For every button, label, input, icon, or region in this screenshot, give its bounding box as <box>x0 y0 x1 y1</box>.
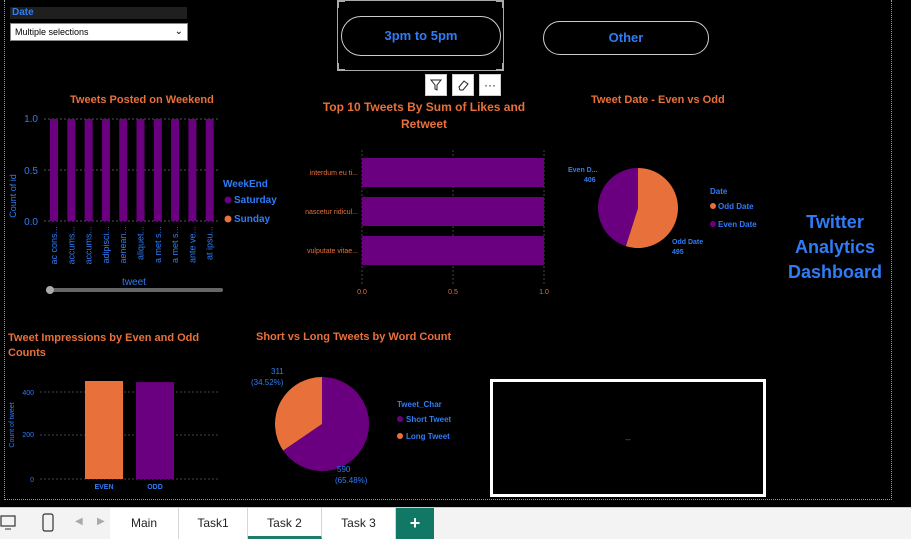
weekend-scrollbar[interactable] <box>46 288 223 292</box>
weekend-legend-title: WeekEnd <box>223 179 268 190</box>
tab-task1[interactable]: Task1 <box>179 508 248 539</box>
weekend-category-label: aenean... <box>118 226 128 264</box>
weekend-bar[interactable] <box>67 119 76 221</box>
weekend-category-label: ante ve... <box>187 226 197 263</box>
date-pie-odd-label: Odd Date <box>672 239 703 246</box>
tab-main[interactable]: Main <box>110 508 179 539</box>
weekend-y-tick: 1.0 <box>24 114 38 125</box>
top10-x-tick: 0.0 <box>357 289 367 296</box>
wordcount-long-pct: (34.52%) <box>251 378 284 387</box>
top10-bar[interactable] <box>362 197 544 226</box>
weekend-category-label: at ipsu... <box>205 226 215 260</box>
weekend-bar[interactable] <box>84 119 93 221</box>
top10-category-label: vulputate vitae... <box>307 248 358 255</box>
impressions-category-label: ODD <box>147 484 163 491</box>
more-options-icon[interactable]: ··· <box>479 74 501 96</box>
dashboard-title: Twitter Analytics Dashboard <box>787 212 883 282</box>
date-slicer-value: Multiple selections <box>15 27 89 37</box>
top10-bar[interactable] <box>362 158 544 187</box>
prev-page-icon[interactable]: ◀ <box>75 516 83 527</box>
impressions-y-axis-label: Count of tweet <box>9 402 16 447</box>
weekend-category-label: ac cons... <box>49 226 59 265</box>
date-slicer-dropdown[interactable]: Multiple selections ⌄ <box>10 23 188 41</box>
top10-bar[interactable] <box>362 236 544 265</box>
top10-x-tick: 1.0 <box>539 289 549 296</box>
weekend-x-axis-label: tweet <box>122 277 146 288</box>
top10-category-label: interdum eu ti... <box>310 170 358 177</box>
empty-card-text: -- <box>625 435 631 444</box>
impressions-y-tick: 0 <box>30 477 34 484</box>
tab-task-3[interactable]: Task 3 <box>322 508 396 539</box>
weekend-bar[interactable] <box>205 119 214 221</box>
impressions-bar[interactable] <box>85 381 123 479</box>
page-tab-bar: ◀ ▶ Main Task1 Task 2 Task 3 + <box>0 507 911 539</box>
date-slicer-header: Date <box>10 7 187 19</box>
date-pie-title: Tweet Date - Even vs Odd <box>591 94 725 106</box>
add-page-button[interactable]: + <box>396 508 434 539</box>
weekend-y-tick: 0.0 <box>24 217 38 228</box>
weekend-chart-title: Tweets Posted on Weekend <box>70 94 214 106</box>
weekend-bar[interactable] <box>101 119 110 221</box>
impressions-y-tick: 200 <box>22 432 34 439</box>
desktop-view-icon[interactable] <box>0 512 20 532</box>
impressions-category-label: EVEN <box>94 484 113 491</box>
weekend-category-label: a met s... <box>170 226 180 263</box>
weekend-category-label: accums... <box>66 226 76 265</box>
wordcount-pie-title: Short vs Long Tweets by Word Count <box>256 331 452 343</box>
wordcount-short-pct: (65.48%) <box>335 476 368 485</box>
impressions-bar[interactable] <box>136 382 174 479</box>
wordcount-legend-title: Tweet_Char <box>397 400 442 409</box>
wordcount-pie-chart: 311 (34.52%) 590 (65.48%) Tweet_Char Sho… <box>251 367 452 485</box>
weekend-legend-saturday: Saturday <box>234 195 277 206</box>
top10-x-tick: 0.5 <box>448 289 458 296</box>
wordcount-long-value: 311 <box>271 367 284 376</box>
weekend-bar[interactable] <box>119 119 128 221</box>
date-pie-legend-odd: Odd Date <box>718 202 754 211</box>
filter-icon[interactable] <box>425 74 447 96</box>
wordcount-legend-short: Short Tweet <box>406 415 452 424</box>
time-filter-other-button[interactable]: Other <box>543 21 709 55</box>
wordcount-short-value: 590 <box>337 465 351 474</box>
date-pie-odd-value: 495 <box>672 249 684 256</box>
weekend-bar[interactable] <box>50 119 58 221</box>
date-pie-chart: Even D... 406 Odd Date 495 Date Odd Date… <box>568 167 757 256</box>
top10-chart: interdum eu ti... nascetur ridicul... vulp… <box>305 150 549 296</box>
weekend-scrollbar-handle[interactable] <box>46 286 54 294</box>
tab-task-2[interactable]: Task 2 <box>248 508 322 539</box>
time-filter-3pm-5pm-button[interactable]: 3pm to 5pm <box>341 16 501 56</box>
weekend-legend-sunday: Sunday <box>234 214 271 225</box>
weekend-bar[interactable] <box>136 119 145 221</box>
mobile-view-icon[interactable] <box>40 512 56 534</box>
weekend-category-label: aliquet... <box>136 226 146 260</box>
empty-card[interactable]: -- <box>490 379 766 497</box>
weekend-y-axis-label: Count of id <box>8 174 18 218</box>
next-page-icon[interactable]: ▶ <box>97 516 105 527</box>
report-canvas: Date Multiple selections ⌄ 3pm to 5pm Ot… <box>0 0 911 507</box>
impressions-chart: Count of tweet 400 200 0 EVEN ODD <box>9 381 218 491</box>
impressions-y-tick: 400 <box>22 390 34 397</box>
date-pie-even-value: 406 <box>584 177 596 184</box>
chevron-down-icon: ⌄ <box>174 26 183 37</box>
weekend-chart: Count of id 1.0 0.5 0.0 ac cons... accums… <box>8 114 277 294</box>
weekend-bar[interactable] <box>153 119 162 221</box>
date-pie-legend-even: Even Date <box>718 220 757 229</box>
weekend-y-tick: 0.5 <box>24 166 38 177</box>
wordcount-legend-long: Long Tweet <box>406 432 450 441</box>
weekend-category-label: accums... <box>84 226 94 265</box>
date-pie-even-label: Even D... <box>568 167 598 174</box>
top10-chart-title: Top 10 Tweets By Sum of Likes and Retwee… <box>322 100 526 131</box>
weekend-category-label: a met s... <box>153 226 163 263</box>
weekend-bar[interactable] <box>188 119 197 221</box>
weekend-bar[interactable] <box>171 119 180 221</box>
eraser-icon[interactable] <box>452 74 474 96</box>
weekend-category-label: adipisci... <box>101 226 111 264</box>
impressions-chart-title: Tweet Impressions by Even and Odd Counts <box>8 332 200 359</box>
top10-category-label: nascetur ridicul... <box>305 209 358 216</box>
date-pie-legend-title: Date <box>710 187 728 196</box>
